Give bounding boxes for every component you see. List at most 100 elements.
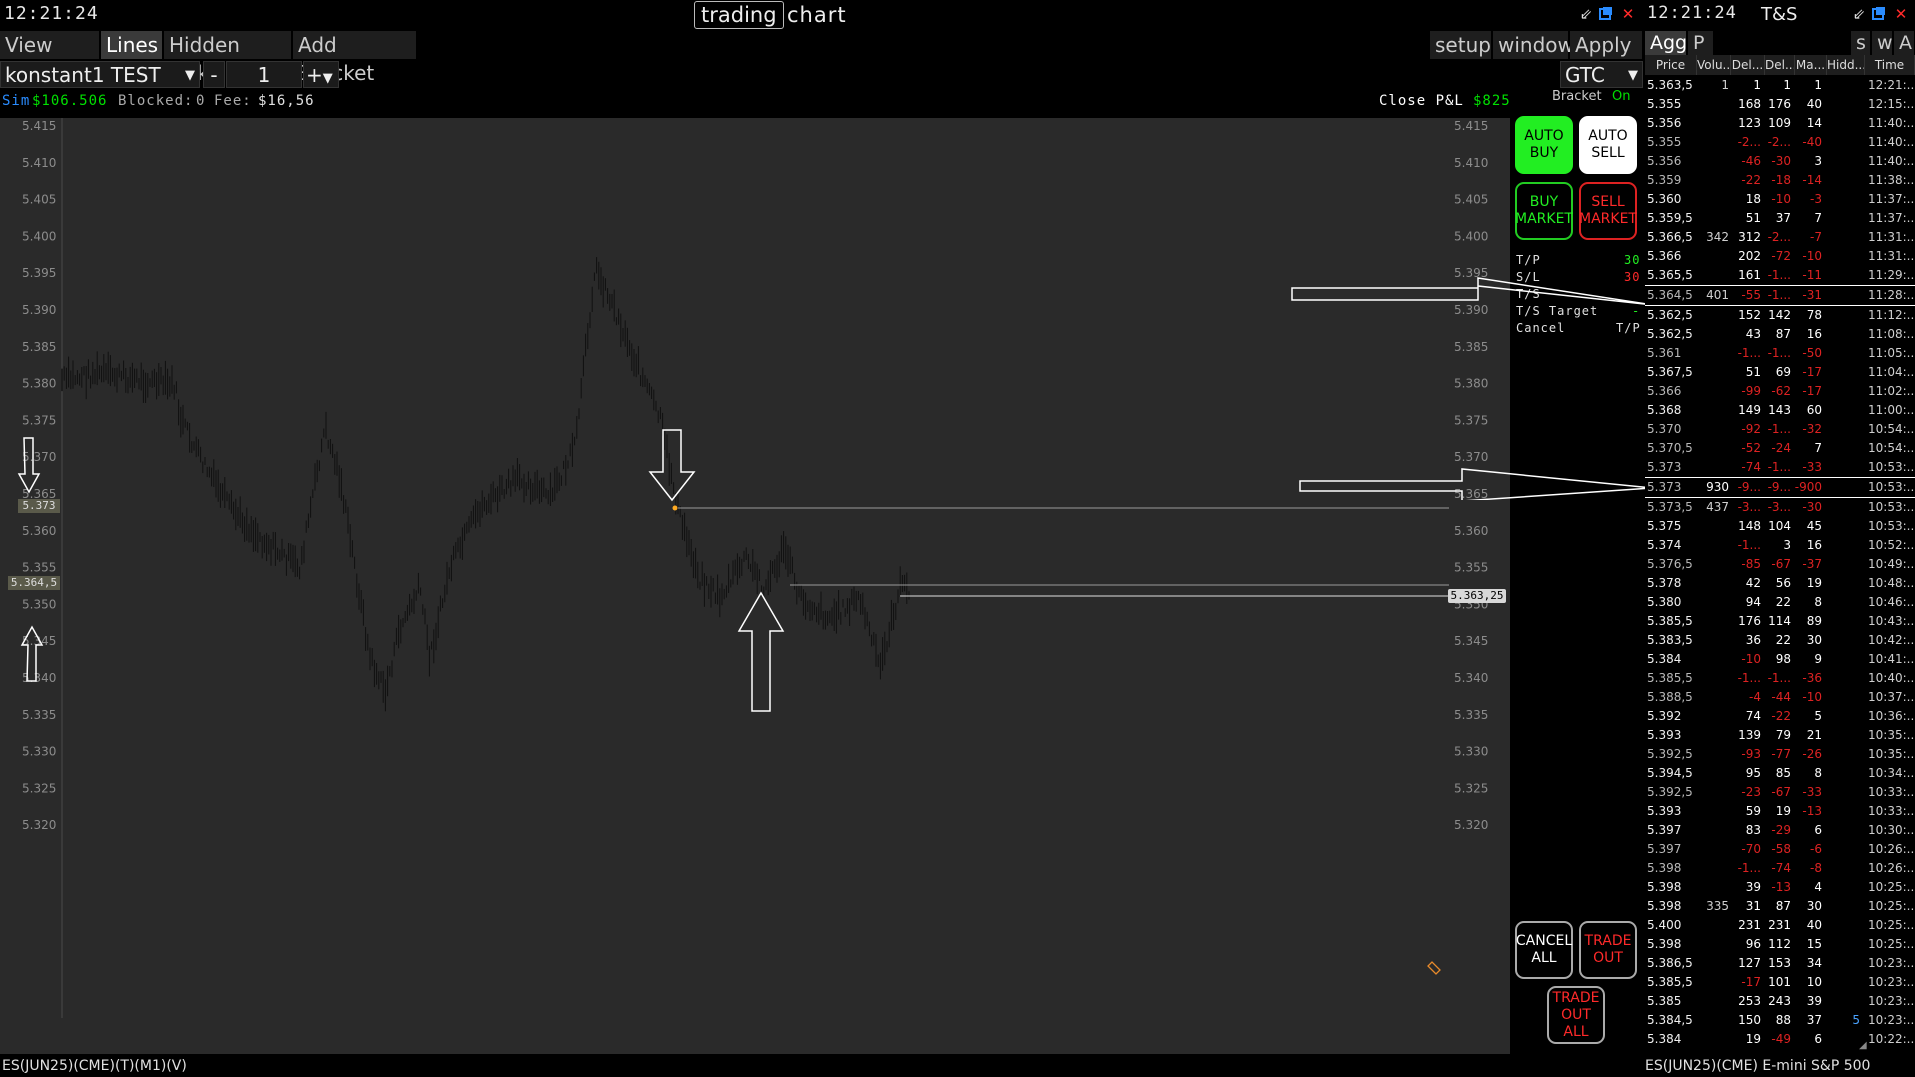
ts-row[interactable]: 5.384 19 -49 6 10:22:...: [1645, 1030, 1915, 1049]
ts-row[interactable]: 5.392,5 -23 -67 -33 10:33:...: [1645, 783, 1915, 802]
ts-row[interactable]: 5.385,5 176 114 89 10:43:...: [1645, 612, 1915, 631]
ts-row[interactable]: 5.363,5 1 1 1 1 12:21:...: [1645, 76, 1915, 95]
ts-row[interactable]: 5.370 -92 -1... -32 10:54:...: [1645, 420, 1915, 439]
ts-row[interactable]: 5.398 39 -13 4 10:25:...: [1645, 878, 1915, 897]
auto-sell-button[interactable]: AUTO SELL: [1579, 116, 1637, 174]
ts-row[interactable]: 5.380 94 22 8 10:46:...: [1645, 593, 1915, 612]
hidden-ticks-button[interactable]: Hidden Ticks: [164, 31, 292, 85]
ts-row[interactable]: 5.384 -10 98 9 10:41:...: [1645, 650, 1915, 669]
ts-row[interactable]: 5.392 74 -22 5 10:36:...: [1645, 707, 1915, 726]
close-icon[interactable]: ✕: [1620, 6, 1636, 22]
ts-row[interactable]: 5.375 148 104 45 10:53:...: [1645, 517, 1915, 536]
ts-row[interactable]: 5.388,5 -4 -44 -10 10:37:...: [1645, 688, 1915, 707]
maximize-icon[interactable]: [1871, 6, 1887, 22]
resize-grip-icon[interactable]: ◢: [1859, 1040, 1867, 1052]
ts-cell-d2: 37: [1775, 211, 1791, 225]
ts-target-value[interactable]: -: [1632, 304, 1640, 318]
ts-row[interactable]: 5.373 -74 -1... -33 10:53:...: [1645, 458, 1915, 477]
ts-row[interactable]: 5.394,5 95 85 8 10:34:...: [1645, 764, 1915, 783]
col-price[interactable]: Price: [1645, 55, 1697, 75]
ts-row[interactable]: 5.366 202 -72 -10 11:31:...: [1645, 247, 1915, 266]
col-volume[interactable]: Volu...: [1697, 55, 1731, 75]
ts-row[interactable]: 5.359,5 51 37 7 11:37:...: [1645, 209, 1915, 228]
ts-row[interactable]: 5.355 -2... -2... -40 11:40:...: [1645, 133, 1915, 152]
ts-row[interactable]: 5.378 42 56 19 10:48:...: [1645, 574, 1915, 593]
maximize-icon[interactable]: [1598, 6, 1614, 22]
ts-row[interactable]: 5.384,5 150 88 37 5 10:23:...: [1645, 1011, 1915, 1030]
cancel-value[interactable]: T/P: [1616, 321, 1641, 335]
ts-row[interactable]: 5.355 168 176 40 12:15:...: [1645, 95, 1915, 114]
ts-cell-price: 5.374: [1647, 538, 1682, 552]
window-button[interactable]: window: [1493, 31, 1574, 59]
ts-row[interactable]: 5.360 18 -10 -3 11:37:...: [1645, 190, 1915, 209]
bracket-state[interactable]: On: [1612, 89, 1630, 104]
ts-row[interactable]: 5.386,5 127 153 34 10:23:...: [1645, 954, 1915, 973]
minimize-icon[interactable]: ⇙: [1851, 6, 1867, 22]
ts-row[interactable]: 5.366 -99 -62 -17 11:02:...: [1645, 382, 1915, 401]
qty-minus-button[interactable]: -: [203, 61, 225, 88]
ts-row[interactable]: 5.373 930 -9... -9... -900 10:53:...: [1645, 477, 1915, 498]
qty-plus-button[interactable]: +▼: [303, 61, 339, 88]
ts-row[interactable]: 5.366,5 342 312 -2... -7 11:31:...: [1645, 228, 1915, 247]
ts-row[interactable]: 5.362,5 43 87 16 11:08:...: [1645, 325, 1915, 344]
ts-cell-time: 10:35:...: [1868, 747, 1915, 761]
ts-row[interactable]: 5.383,5 36 22 30 10:42:...: [1645, 631, 1915, 650]
ts-row[interactable]: 5.362,5 152 142 78 11:12:...: [1645, 306, 1915, 325]
ts-row[interactable]: 5.398 96 112 15 10:25:...: [1645, 935, 1915, 954]
ts-row[interactable]: 5.368 149 143 60 11:00:...: [1645, 401, 1915, 420]
setup-button[interactable]: setup: [1430, 31, 1492, 59]
price-tick-right: 5.380: [1454, 377, 1488, 391]
ts-row[interactable]: 5.385,5 -17 101 10 10:23:...: [1645, 973, 1915, 992]
col-hidden[interactable]: Hidd...: [1827, 55, 1865, 75]
ts-row[interactable]: 5.359 -22 -18 -14 11:38:...: [1645, 171, 1915, 190]
view-dom-button[interactable]: View DoM: [0, 31, 100, 85]
tab-s[interactable]: s: [1851, 31, 1871, 55]
lines-button[interactable]: Lines: [101, 31, 163, 59]
col-max[interactable]: Ma...: [1795, 55, 1827, 75]
account-select[interactable]: konstant1 TEST ▼: [0, 61, 200, 88]
ts-row[interactable]: 5.373,5 437 -3... -3... -30 10:53:...: [1645, 498, 1915, 517]
tab-w[interactable]: w: [1872, 31, 1893, 55]
ts-row[interactable]: 5.400 231 231 40 10:25:...: [1645, 916, 1915, 935]
quantity-input[interactable]: 1: [226, 61, 302, 88]
col-delta1[interactable]: Del...: [1731, 55, 1765, 75]
ts-row[interactable]: 5.361 -1... -1... -50 11:05:...: [1645, 344, 1915, 363]
trade-out-all-button[interactable]: TRADE OUT ALL: [1547, 986, 1605, 1044]
ts-row[interactable]: 5.398 -1... -74 -8 10:26:...: [1645, 859, 1915, 878]
buy-market-button[interactable]: BUY MARKET: [1515, 182, 1573, 240]
ts-row[interactable]: 5.356 123 109 14 11:40:...: [1645, 114, 1915, 133]
sl-value[interactable]: 30: [1624, 270, 1640, 284]
ts-row[interactable]: 5.393 59 19 -13 10:33:...: [1645, 802, 1915, 821]
cancel-all-button[interactable]: CANCEL ALL: [1515, 921, 1573, 979]
apply-button[interactable]: Apply: [1570, 31, 1643, 59]
col-delta2[interactable]: Del...: [1765, 55, 1795, 75]
ts-row[interactable]: 5.397 -70 -58 -6 10:26:...: [1645, 840, 1915, 859]
ts-row[interactable]: 5.385,5 -1... -1... -36 10:40:...: [1645, 669, 1915, 688]
ts-row[interactable]: 5.364,5 401 -55 -1... -31 11:28:...: [1645, 285, 1915, 306]
add-bracket-button[interactable]: Add Bracket: [293, 31, 417, 85]
auto-buy-button[interactable]: AUTO BUY: [1515, 116, 1573, 174]
ts-row[interactable]: 5.385 253 243 39 10:23:...: [1645, 992, 1915, 1011]
col-time[interactable]: Time: [1865, 55, 1915, 75]
ts-row[interactable]: 5.367,5 51 69 -17 11:04:...: [1645, 363, 1915, 382]
ts-row[interactable]: 5.370,5 -52 -24 7 10:54:...: [1645, 439, 1915, 458]
tab-a[interactable]: A: [1894, 31, 1915, 55]
price-chart[interactable]: 5.415 5.410 5.405 5.400 5.395 5.390 5.385 5.380…: [0, 118, 1510, 1054]
sell-market-button[interactable]: SELL MARKET: [1579, 182, 1637, 240]
ts-row[interactable]: 5.376,5 -85 -67 -37 10:49:...: [1645, 555, 1915, 574]
tab-agg[interactable]: Agg: [1645, 31, 1687, 55]
tp-value[interactable]: 30: [1624, 253, 1640, 267]
ts-row[interactable]: 5.392,5 -93 -77 -26 10:35:...: [1645, 745, 1915, 764]
ts-row[interactable]: 5.365,5 161 -1... -11 11:29:...: [1645, 266, 1915, 285]
tab-p[interactable]: P: [1688, 31, 1714, 55]
minimize-icon[interactable]: ⇙: [1578, 6, 1594, 22]
ts-row[interactable]: 5.397 83 -29 6 10:30:...: [1645, 821, 1915, 840]
close-icon[interactable]: ✕: [1893, 6, 1909, 22]
ts-cell-price: 5.383,5: [1647, 633, 1693, 647]
ts-row[interactable]: 5.374 -1... 3 16 10:52:...: [1645, 536, 1915, 555]
tif-select[interactable]: GTC ▼: [1560, 61, 1643, 88]
ts-row[interactable]: 5.398 335 31 87 30 10:25:...: [1645, 897, 1915, 916]
ts-row[interactable]: 5.356 -46 -30 3 11:40:...: [1645, 152, 1915, 171]
trade-out-button[interactable]: TRADE OUT: [1579, 921, 1637, 979]
ts-row[interactable]: 5.393 139 79 21 10:35:...: [1645, 726, 1915, 745]
